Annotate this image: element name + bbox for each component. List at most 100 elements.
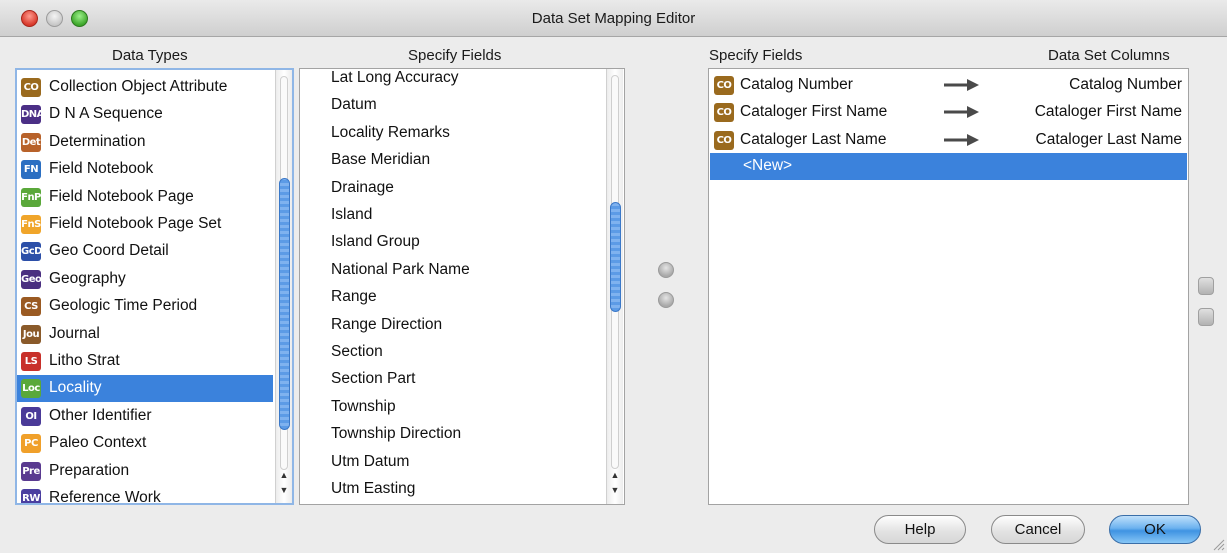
collection-object-icon: CO xyxy=(714,130,734,150)
ok-button[interactable]: OK xyxy=(1109,515,1201,544)
available-field-label: National Park Name xyxy=(331,260,470,278)
data-type-item[interactable]: PC Paleo Context xyxy=(17,430,273,457)
data-type-item[interactable]: OI Other Identifier xyxy=(17,403,273,430)
data-type-label: Collection Object Attribute xyxy=(49,78,228,95)
new-mapping-label: <New> xyxy=(743,157,793,174)
available-field-item[interactable]: Lat Long Accuracy xyxy=(300,69,604,92)
geologic-time-period-icon: CS xyxy=(21,297,41,317)
mapping-row[interactable]: CO Cataloger Last Name Cataloger Last Name xyxy=(709,127,1188,154)
available-field-label: Range Direction xyxy=(331,315,443,333)
data-type-item[interactable]: Det Determination xyxy=(17,129,273,156)
available-field-item[interactable]: Datum xyxy=(300,92,604,119)
data-type-item[interactable]: LS Litho Strat xyxy=(17,348,273,375)
new-mapping-row[interactable]: <New> xyxy=(710,153,1187,180)
available-field-label: Section xyxy=(331,343,383,360)
data-type-label: Geography xyxy=(49,269,126,287)
data-type-label: Geologic Time Period xyxy=(49,297,198,315)
collection-object-attribute-icon: CO xyxy=(21,78,41,97)
data-type-item[interactable]: RW Reference Work xyxy=(17,485,273,505)
available-field-item[interactable]: Island Group xyxy=(300,229,604,256)
available-field-label: Island Group xyxy=(331,233,420,251)
available-field-label: Datum xyxy=(331,96,377,114)
data-set-column-label: Cataloger First Name xyxy=(1034,103,1182,121)
mapping-row[interactable]: CO Catalog Number Catalog Number xyxy=(709,72,1188,99)
collection-object-icon: CO xyxy=(714,76,734,95)
available-fields-scroll-up-arrow[interactable]: ▲ xyxy=(607,468,623,482)
available-field-item[interactable]: Locality Remarks xyxy=(300,120,604,147)
available-field-item[interactable]: Range Direction xyxy=(300,312,604,339)
data-type-label: Field Notebook xyxy=(49,160,154,178)
dna-sequence-icon: DNA xyxy=(21,105,41,125)
data-type-item[interactable]: FN Field Notebook xyxy=(17,156,273,183)
data-type-item[interactable]: FnP Field Notebook Page xyxy=(17,184,273,211)
available-field-item[interactable]: Section Part xyxy=(300,366,604,393)
determination-icon: Det xyxy=(21,132,41,152)
available-field-label: Utm Easting xyxy=(331,480,416,497)
data-type-label: Paleo Context xyxy=(49,434,147,452)
paleo-context-icon: PC xyxy=(21,434,41,454)
data-type-item[interactable]: Geo Geography xyxy=(17,266,273,293)
resize-grip-icon[interactable] xyxy=(1211,537,1225,551)
title-bar[interactable]: Data Set Mapping Editor xyxy=(0,0,1227,37)
available-field-label: Lat Long Accuracy xyxy=(331,69,459,86)
preparation-icon: Pre xyxy=(21,461,41,481)
available-fields-scroll-down-arrow[interactable]: ▼ xyxy=(607,483,623,497)
available-field-item[interactable]: Base Meridian xyxy=(300,147,604,174)
data-type-item[interactable]: Loc Locality xyxy=(17,375,273,403)
available-fields-list[interactable]: Lat Long Accuracy Datum Locality Remarks Ba… xyxy=(299,68,625,505)
available-field-item[interactable]: Island xyxy=(300,202,604,229)
available-field-item[interactable]: Township Direction xyxy=(300,421,604,448)
data-type-item[interactable]: Jou Journal xyxy=(17,321,273,348)
data-types-header: Data Types xyxy=(112,47,188,64)
arrow-right-icon xyxy=(944,79,979,91)
reference-work-icon: RW xyxy=(21,489,41,503)
available-field-label: Range xyxy=(331,288,377,306)
data-type-item[interactable]: GcD Geo Coord Detail xyxy=(17,238,273,265)
journal-icon: Jou xyxy=(21,324,41,344)
help-button[interactable]: Help xyxy=(874,515,966,544)
data-set-columns-header: Data Set Columns xyxy=(1048,47,1170,64)
available-field-item[interactable]: Township xyxy=(300,394,604,421)
data-types-scroll-down-arrow[interactable]: ▼ xyxy=(276,483,292,497)
available-field-label: Utm Datum xyxy=(331,452,410,470)
geo-coord-detail-icon: GcD xyxy=(21,242,41,262)
available-fields-scroll-thumb[interactable] xyxy=(610,202,621,312)
available-field-item[interactable]: Range xyxy=(300,284,604,311)
data-types-scrollbar[interactable]: ▲ ▼ xyxy=(275,70,292,503)
available-field-item[interactable]: Utm Datum xyxy=(300,449,604,476)
data-types-list[interactable]: CO Collection Object Attribute DNA D N A Se… xyxy=(15,68,294,505)
available-field-item[interactable]: Drainage xyxy=(300,175,604,202)
data-type-item[interactable]: CO Collection Object Attribute xyxy=(17,74,273,101)
mapping-field-label: Catalog Number xyxy=(740,76,853,93)
remove-mapping-button[interactable] xyxy=(658,292,674,308)
available-field-item[interactable]: Utm Easting xyxy=(300,476,604,503)
available-field-label: Section Part xyxy=(331,370,416,388)
add-mapping-button[interactable] xyxy=(658,262,674,278)
move-down-button[interactable] xyxy=(1198,308,1214,326)
data-type-label: Preparation xyxy=(49,461,130,479)
cancel-button[interactable]: Cancel xyxy=(991,515,1085,544)
data-type-label: Litho Strat xyxy=(49,352,120,369)
specify-fields-right-header: Specify Fields xyxy=(709,47,803,64)
data-type-item[interactable]: FnS Field Notebook Page Set xyxy=(17,211,273,238)
data-types-scroll-thumb[interactable] xyxy=(279,178,290,430)
available-field-item[interactable]: National Park Name xyxy=(300,257,604,284)
data-type-item[interactable]: DNA D N A Sequence xyxy=(17,101,273,128)
data-types-scroll-up-arrow[interactable]: ▲ xyxy=(276,468,292,482)
data-set-mapping-editor-window: Data Set Mapping Editor Data Types Speci… xyxy=(0,0,1227,553)
available-fields-scrollbar[interactable]: ▲ ▼ xyxy=(606,69,623,504)
mappings-list[interactable]: CO Catalog Number Catalog Number CO Cataloge… xyxy=(708,68,1189,505)
available-field-label: Base Meridian xyxy=(331,151,431,169)
data-type-label: Locality xyxy=(49,379,102,397)
available-field-label: Township xyxy=(331,397,396,415)
data-type-label: Field Notebook Page Set xyxy=(49,215,222,232)
collection-object-icon: CO xyxy=(714,103,734,123)
available-field-item[interactable]: Section xyxy=(300,339,604,366)
mapping-row[interactable]: CO Cataloger First Name Cataloger First Na… xyxy=(709,99,1188,126)
data-type-item[interactable]: Pre Preparation xyxy=(17,458,273,485)
window-title: Data Set Mapping Editor xyxy=(531,10,696,27)
data-type-label: Other Identifier xyxy=(49,406,152,424)
data-type-item[interactable]: CS Geologic Time Period xyxy=(17,293,273,320)
data-type-label: Reference Work xyxy=(49,489,161,505)
move-up-button[interactable] xyxy=(1198,277,1214,295)
